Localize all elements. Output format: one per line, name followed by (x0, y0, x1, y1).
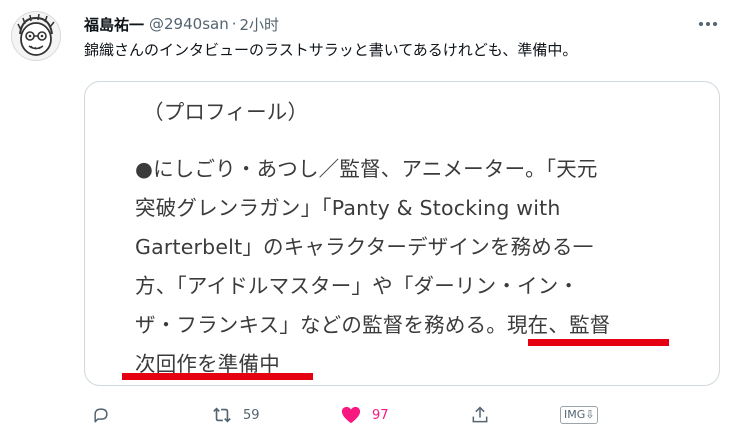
heart-icon (334, 398, 368, 432)
image-save-button[interactable]: IMG⇩ (560, 398, 599, 432)
separator-dot: · (231, 15, 237, 33)
tweet-actions: 59 97 IMG⇩ (84, 398, 724, 432)
image-text-line: Garterbelt」のキャラクターデザインを務める一 (135, 235, 594, 259)
tweet-header: 福島祐一 @2940san · 2小时 (84, 12, 279, 36)
reply-button[interactable] (84, 398, 118, 432)
author-name[interactable]: 福島祐一 (84, 14, 144, 35)
retweet-button[interactable]: 59 (205, 398, 260, 432)
tweet[interactable]: 福島祐一 @2940san · 2小时 錦織さんのインタビューのラストサラッと書… (0, 0, 734, 435)
author-handle[interactable]: @2940san (149, 15, 229, 33)
image-save-label: IMG⇩ (560, 406, 599, 424)
red-underline (528, 339, 669, 346)
more-icon (699, 22, 717, 26)
share-icon (463, 398, 497, 432)
like-count: 97 (372, 407, 389, 423)
share-button[interactable] (463, 398, 497, 432)
image-text-line: ザ・フランキス」などの監督を務める。現在、監督 (135, 313, 611, 337)
tweet-text: 錦織さんのインタビューのラストサラッと書いてあるけれども、準備中。 (84, 41, 578, 59)
more-options-button[interactable] (694, 12, 722, 36)
image-text-line: （プロフィール） (143, 100, 309, 124)
reply-icon (84, 398, 118, 432)
tweet-image[interactable]: （プロフィール） ●にしごり・あつし／監督、アニメーター。「天元 突破グレンラガ… (84, 81, 720, 386)
red-underline (122, 373, 313, 380)
image-text-line: ●にしごり・あつし／監督、アニメーター。「天元 (135, 157, 598, 181)
image-text-line: 突破グレンラガン」「Panty & Stocking with (135, 196, 561, 220)
retweet-icon (205, 398, 239, 432)
tweet-timestamp[interactable]: 2小时 (239, 14, 279, 35)
image-text-line: 方、「アイドルマスター」や「ダーリン・イン・ (135, 274, 580, 298)
retweet-count: 59 (243, 407, 260, 423)
like-button[interactable]: 97 (334, 398, 389, 432)
avatar[interactable] (11, 11, 61, 61)
